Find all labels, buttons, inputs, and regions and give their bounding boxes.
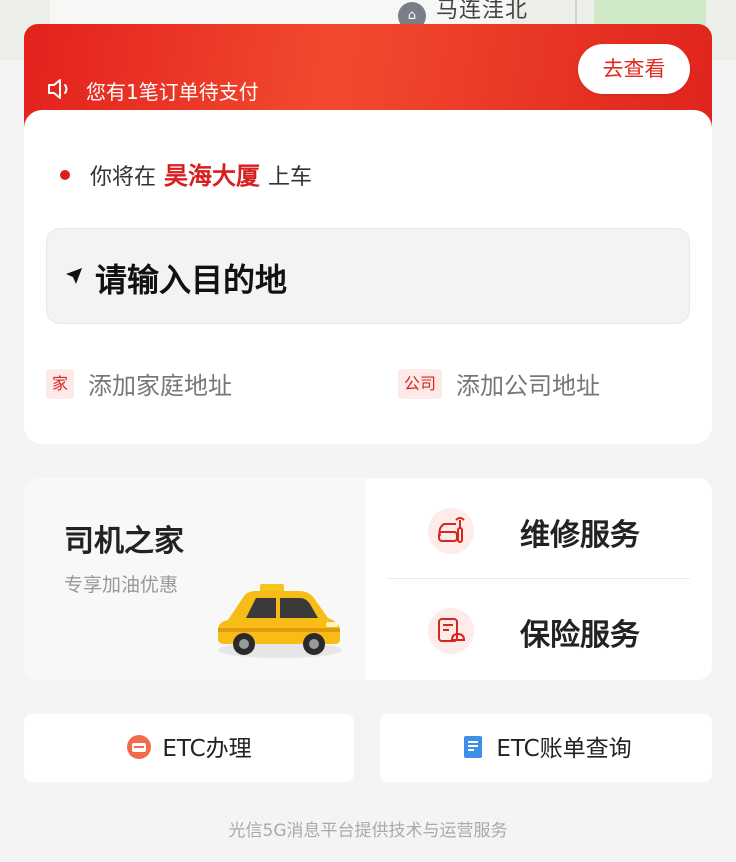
driver-home-subtitle: 专享加油优惠 bbox=[64, 574, 179, 596]
driver-home-title: 司机之家 bbox=[64, 524, 184, 559]
view-order-button[interactable]: 去查看 bbox=[578, 44, 690, 94]
footer-credit: 光信5G消息平台提供技术与运营服务 bbox=[228, 821, 508, 841]
insurance-service-button[interactable]: 保险服务 bbox=[366, 578, 712, 678]
pickup-location-row[interactable]: 你将在 昊海大厦 上车 bbox=[60, 156, 312, 191]
pickup-place-name: 昊海大厦 bbox=[164, 162, 261, 190]
add-company-address-button[interactable]: 公司 添加公司地址 bbox=[398, 366, 600, 406]
add-home-address-button[interactable]: 家添加家庭地址 bbox=[46, 366, 232, 406]
destination-placeholder: 请输入目的地 bbox=[95, 261, 288, 299]
ride-request-card: 你将在 昊海大厦 上车 请输入目的地 家添加家庭地址 公司 添加公司地址 bbox=[24, 110, 712, 444]
taxi-illustration bbox=[218, 584, 342, 658]
pickup-prefix: 你将在 bbox=[90, 165, 157, 190]
home-address-label: 添加家庭地址 bbox=[88, 372, 233, 400]
etc-apply-label: ETC办理 bbox=[162, 735, 252, 762]
notice-text: 您有1笔订单待支付 bbox=[86, 80, 259, 104]
pickup-dot-icon bbox=[60, 170, 70, 180]
etc-bill-query-button[interactable]: ETC账单查询 bbox=[380, 714, 712, 782]
speaker-icon bbox=[48, 79, 68, 99]
repair-service-label: 维修服务 bbox=[520, 518, 640, 553]
navigation-arrow-icon bbox=[66, 268, 82, 284]
map-place-label: 马连洼北 bbox=[436, 0, 529, 23]
services-card: 司机之家 专享加油优惠 维修服务 保险服务 bbox=[24, 478, 712, 680]
bill-document-icon bbox=[464, 735, 483, 758]
company-address-label: 添加公司地址 bbox=[456, 372, 601, 400]
home-tag: 家 bbox=[46, 368, 75, 399]
repair-wrench-icon bbox=[428, 508, 474, 554]
pickup-suffix: 上车 bbox=[268, 165, 313, 190]
destination-input[interactable]: 请输入目的地 bbox=[46, 228, 690, 324]
driver-home-panel[interactable]: 司机之家 专享加油优惠 bbox=[24, 478, 366, 680]
company-tag: 公司 bbox=[398, 368, 443, 399]
repair-service-button[interactable]: 维修服务 bbox=[366, 478, 712, 578]
etc-bill-query-label: ETC账单查询 bbox=[496, 735, 632, 762]
etc-apply-button[interactable]: ETC办理 bbox=[24, 714, 354, 782]
insurance-service-label: 保险服务 bbox=[520, 618, 640, 653]
insurance-document-icon bbox=[428, 608, 474, 654]
etc-card-icon bbox=[127, 734, 152, 759]
